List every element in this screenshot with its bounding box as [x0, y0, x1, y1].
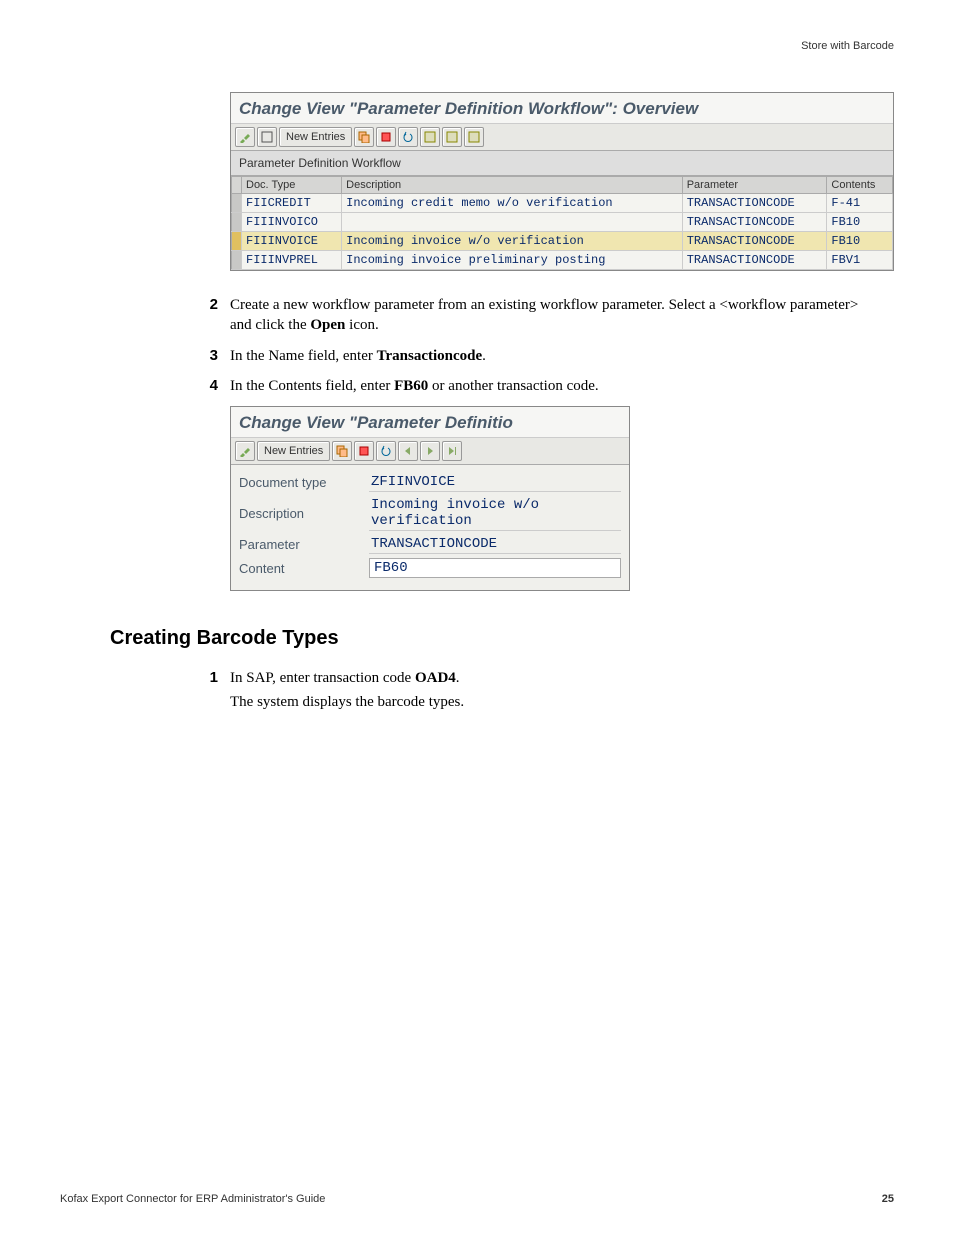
step-number: 4: [190, 376, 218, 396]
delete-icon[interactable]: [376, 127, 396, 147]
cell-parameter[interactable]: TRANSACTIONCODE: [682, 213, 827, 232]
cell-doc_type[interactable]: FIIINVPREL: [242, 251, 342, 270]
col-parameter[interactable]: Parameter: [682, 177, 827, 194]
table-row[interactable]: FIIINVOICO TRANSACTIONCODEFB10: [232, 213, 893, 232]
form-value[interactable]: FB60: [369, 558, 621, 578]
page-number: 25: [882, 1193, 894, 1205]
next-icon[interactable]: [420, 441, 440, 461]
step-number: 3: [190, 346, 218, 366]
row-handle[interactable]: [232, 232, 242, 251]
form-label: Description: [239, 506, 369, 521]
new-entries-button[interactable]: New Entries: [257, 441, 330, 461]
cell-doc_type[interactable]: FIICREDIT: [242, 194, 342, 213]
row-handle[interactable]: [232, 194, 242, 213]
param-table: Doc. Type Description Parameter Contents…: [231, 176, 893, 270]
select-all-icon[interactable]: [420, 127, 440, 147]
step: 1 In SAP, enter transaction code OAD4.The…: [190, 668, 874, 713]
row-selector-header: [232, 177, 242, 194]
step: 3 In the Name field, enter Transactioncod…: [190, 346, 874, 366]
undo-icon[interactable]: [398, 127, 418, 147]
display-change-icon[interactable]: [235, 441, 255, 461]
window-title: Change View "Parameter Definition Workfl…: [231, 93, 893, 124]
table-row[interactable]: FIICREDITIncoming credit memo w/o verifi…: [232, 194, 893, 213]
sap-overview-window: Change View "Parameter Definition Workfl…: [230, 92, 894, 271]
page-footer: Kofax Export Connector for ERP Administr…: [60, 1193, 894, 1205]
form-row: ParameterTRANSACTIONCODE: [239, 535, 621, 554]
form-label: Parameter: [239, 537, 369, 552]
step-text: In the Contents field, enter FB60 or ano…: [230, 376, 874, 396]
copy-icon[interactable]: [354, 127, 374, 147]
toolbar: New Entries: [231, 124, 893, 151]
table-caption: Parameter Definition Workflow: [231, 151, 893, 176]
cell-contents[interactable]: FBV1: [827, 251, 893, 270]
row-handle[interactable]: [232, 251, 242, 270]
detail-toolbar: New Entries: [231, 438, 629, 465]
last-icon[interactable]: [442, 441, 462, 461]
sap-detail-window: Change View "Parameter Definitio New Ent…: [230, 406, 630, 591]
display-change-icon[interactable]: [235, 127, 255, 147]
step: 2 Create a new workflow parameter from an…: [190, 295, 874, 336]
row-handle[interactable]: [232, 213, 242, 232]
page-header: Store with Barcode: [60, 40, 894, 52]
form-value: ZFIINVOICE: [369, 473, 621, 492]
step-text: In SAP, enter transaction code OAD4.The …: [230, 668, 874, 713]
table-row[interactable]: FIIINVPRELIncoming invoice preliminary p…: [232, 251, 893, 270]
cell-parameter[interactable]: TRANSACTIONCODE: [682, 251, 827, 270]
cell-contents[interactable]: F-41: [827, 194, 893, 213]
prev-icon[interactable]: [398, 441, 418, 461]
col-description[interactable]: Description: [342, 177, 683, 194]
step-number: 2: [190, 295, 218, 336]
col-doctype[interactable]: Doc. Type: [242, 177, 342, 194]
cell-doc_type[interactable]: FIIINVOICE: [242, 232, 342, 251]
cell-parameter[interactable]: TRANSACTIONCODE: [682, 194, 827, 213]
step: 4 In the Contents field, enter FB60 or an…: [190, 376, 874, 396]
expand-icon[interactable]: [257, 127, 277, 147]
step-text: In the Name field, enter Transactioncode…: [230, 346, 874, 366]
cell-description[interactable]: Incoming credit memo w/o verification: [342, 194, 683, 213]
deselect-all-icon[interactable]: [442, 127, 462, 147]
footer-title: Kofax Export Connector for ERP Administr…: [60, 1193, 325, 1205]
copy-icon[interactable]: [332, 441, 352, 461]
form-row: Document typeZFIINVOICE: [239, 473, 621, 492]
undo-icon[interactable]: [376, 441, 396, 461]
delete-icon[interactable]: [354, 441, 374, 461]
step-number: 1: [190, 668, 218, 713]
table-row[interactable]: FIIINVOICEIncoming invoice w/o verificat…: [232, 232, 893, 251]
new-entries-button[interactable]: New Entries: [279, 127, 352, 147]
table-settings-icon[interactable]: [464, 127, 484, 147]
cell-description[interactable]: Incoming invoice preliminary posting: [342, 251, 683, 270]
detail-form: Document typeZFIINVOICEDescriptionIncomi…: [231, 465, 629, 590]
cell-contents[interactable]: FB10: [827, 213, 893, 232]
cell-description[interactable]: Incoming invoice w/o verification: [342, 232, 683, 251]
cell-contents[interactable]: FB10: [827, 232, 893, 251]
cell-description[interactable]: [342, 213, 683, 232]
form-value: TRANSACTIONCODE: [369, 535, 621, 554]
step-sub: The system displays the barcode types.: [230, 692, 874, 712]
col-contents[interactable]: Contents: [827, 177, 893, 194]
cell-doc_type[interactable]: FIIINVOICO: [242, 213, 342, 232]
form-label: Document type: [239, 475, 369, 490]
form-label: Content: [239, 561, 369, 576]
section-heading: Creating Barcode Types: [110, 627, 894, 650]
form-row: DescriptionIncoming invoice w/o verifica…: [239, 496, 621, 531]
step-text: Create a new workflow parameter from an …: [230, 295, 874, 336]
cell-parameter[interactable]: TRANSACTIONCODE: [682, 232, 827, 251]
form-value: Incoming invoice w/o verification: [369, 496, 621, 531]
detail-window-title: Change View "Parameter Definitio: [231, 407, 629, 438]
form-row: ContentFB60: [239, 558, 621, 578]
